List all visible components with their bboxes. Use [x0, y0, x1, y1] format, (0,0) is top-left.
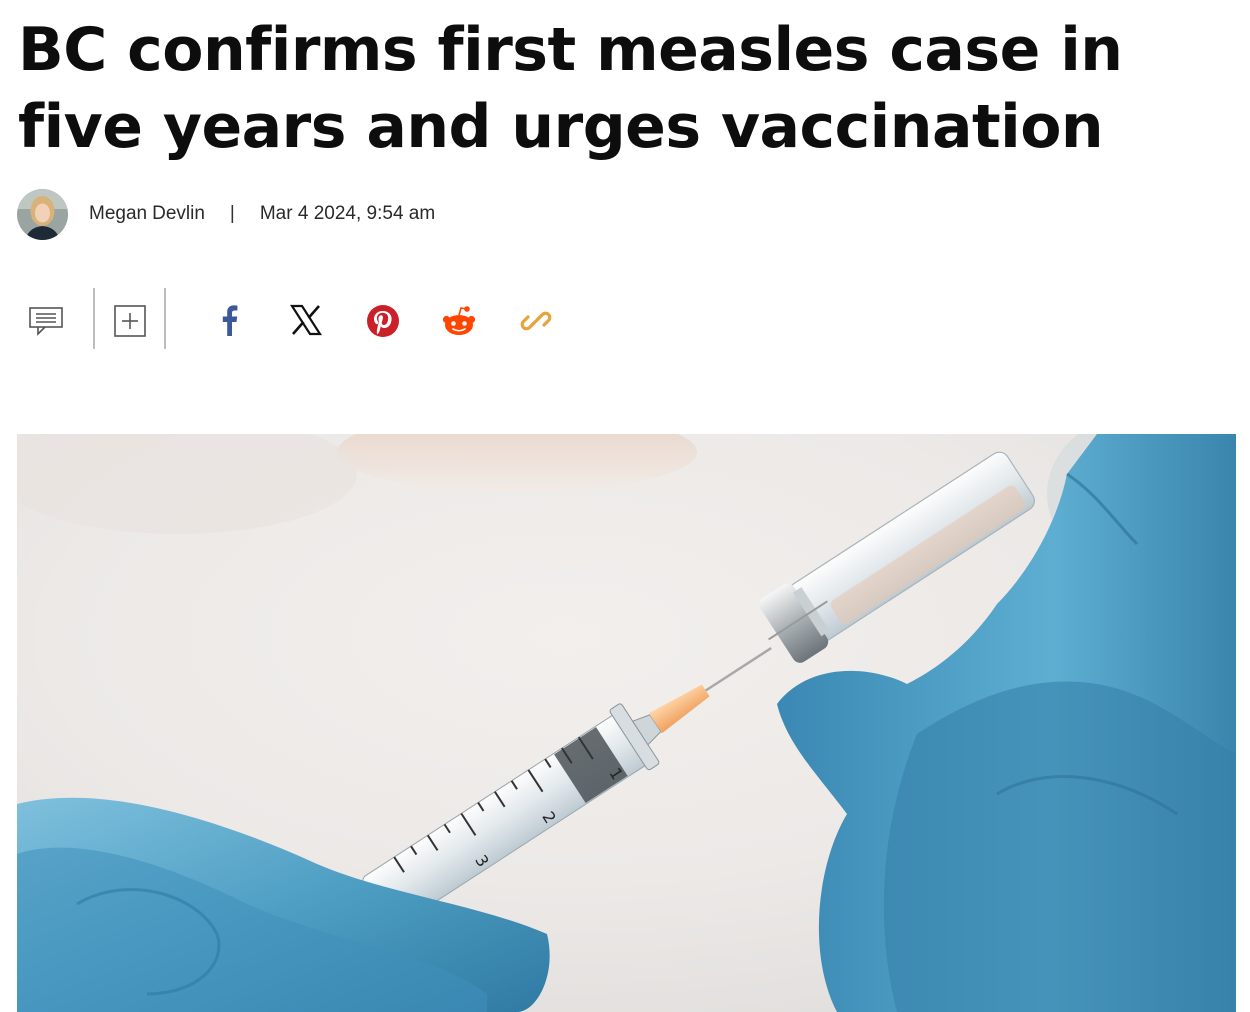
share-facebook-button[interactable]: [214, 302, 244, 338]
facebook-icon: [222, 305, 238, 336]
share-reddit-button[interactable]: [440, 303, 478, 339]
add-button[interactable]: [112, 303, 148, 339]
share-x-button[interactable]: [288, 302, 324, 338]
byline: Megan Devlin | Mar 4 2024, 9:54 am: [17, 188, 435, 240]
hero-photo: 4 3 2 1: [17, 434, 1236, 1012]
pinterest-icon: [367, 305, 399, 337]
toolbar-divider-right: [164, 288, 166, 349]
author-avatar[interactable]: [17, 188, 68, 240]
comment-icon: [29, 307, 63, 336]
share-pinterest-button[interactable]: [365, 303, 401, 339]
reddit-icon: [442, 306, 476, 335]
author-first-name[interactable]: Megan: [89, 203, 147, 225]
link-icon: [520, 311, 552, 331]
copy-link-button[interactable]: [518, 303, 554, 339]
author-last-name[interactable]: Devlin: [152, 203, 205, 225]
hero-image: 4 3 2 1: [17, 434, 1236, 1012]
byline-separator: |: [229, 203, 235, 224]
toolbar-divider-left: [93, 288, 95, 349]
add-icon: [114, 305, 146, 337]
article-title: BC confirms first measles case in five y…: [18, 15, 1123, 162]
x-icon: [290, 304, 322, 336]
share-toolbar: [26, 288, 586, 350]
comments-button[interactable]: [26, 300, 66, 340]
publish-date: Mar 4 2024, 9:54 am: [259, 203, 436, 224]
